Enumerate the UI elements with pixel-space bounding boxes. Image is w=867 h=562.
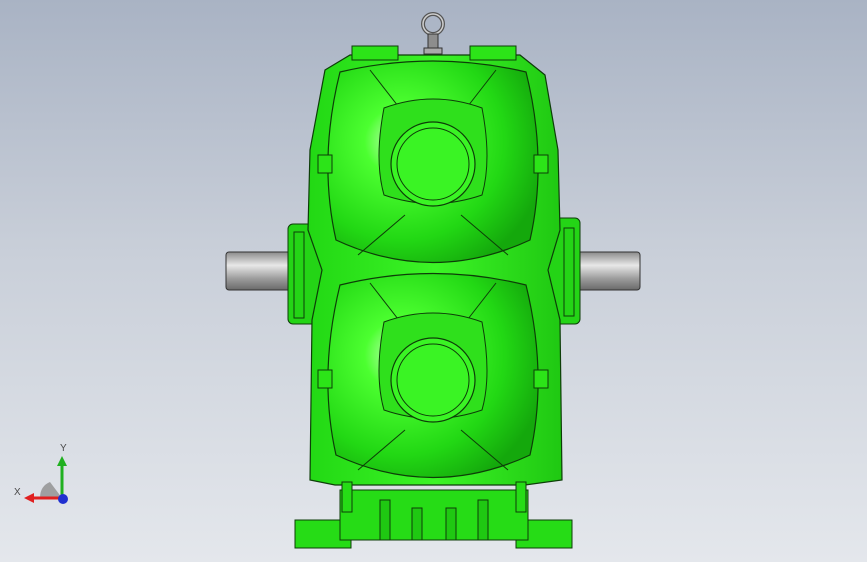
boss-lower-left	[317, 369, 333, 389]
triad-y-label: Y	[60, 443, 67, 454]
boss-upper-right	[533, 154, 549, 174]
upper-bearing-cap[interactable]	[390, 121, 476, 207]
graphics-viewport[interactable]: Y X	[0, 0, 867, 562]
boss-upper-left	[317, 154, 333, 174]
left-shaft[interactable]	[225, 251, 295, 291]
coordinate-triad	[24, 456, 68, 504]
lifting-eye	[421, 12, 445, 55]
gearbox-base	[294, 481, 573, 549]
gearbox-model[interactable]	[0, 0, 867, 562]
triad-x-label: X	[14, 487, 21, 498]
right-shaft[interactable]	[573, 251, 641, 291]
upper-housing	[327, 60, 539, 264]
lower-bearing-cap[interactable]	[390, 337, 476, 423]
lower-housing	[327, 272, 539, 479]
top-lug-right	[469, 45, 517, 61]
top-lug-left	[351, 45, 399, 61]
boss-lower-right	[533, 369, 549, 389]
